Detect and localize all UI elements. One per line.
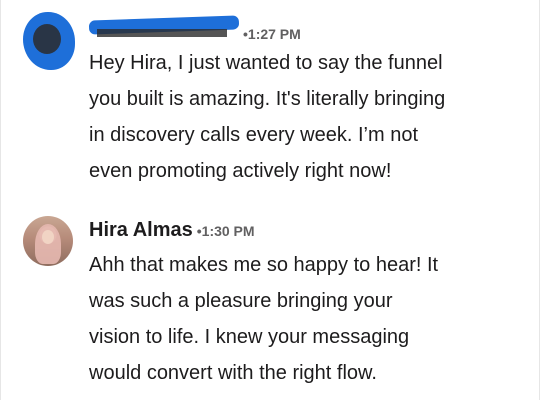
message-line: Ahh that makes me so happy to hear! It — [89, 254, 439, 276]
message-line: even promoting actively right now! — [89, 160, 392, 182]
message-content: Hira Almas •1:30 PM Ahh that makes me so… — [89, 219, 509, 391]
avatar[interactable] — [23, 216, 73, 266]
message-line: in discovery calls every week. I’m not — [89, 124, 419, 146]
redaction-underlay — [97, 29, 227, 37]
avatar-redaction-mark — [33, 24, 61, 54]
message-header: •1:27 PM — [88, 15, 509, 42]
message-line: you built is amazing. It's literally bri… — [89, 88, 446, 110]
author-name[interactable]: Hira Almas — [89, 219, 193, 242]
message-line: Hey Hira, I just wanted to say the funne… — [89, 52, 443, 74]
message-line: would convert with the right flow. — [89, 362, 377, 384]
message-time[interactable]: •1:30 PM — [197, 223, 255, 239]
message-line: was such a pleasure bringing your — [89, 290, 393, 312]
avatar-redacted[interactable] — [23, 12, 75, 70]
message-time[interactable]: •1:27 PM — [243, 26, 301, 42]
message-line: vision to life. I knew your messaging — [89, 326, 410, 348]
message-header: Hira Almas •1:30 PM — [89, 219, 509, 243]
message-text: Hey Hira, I just wanted to say the funne… — [89, 45, 509, 189]
message-thread: •1:27 PM Hey Hira, I just wanted to say … — [0, 0, 540, 400]
author-name-redacted[interactable] — [88, 15, 240, 39]
avatar-photo-face — [42, 230, 54, 244]
message-text: Ahh that makes me so happy to hear! It w… — [89, 247, 509, 391]
message-content: •1:27 PM Hey Hira, I just wanted to say … — [88, 15, 509, 189]
